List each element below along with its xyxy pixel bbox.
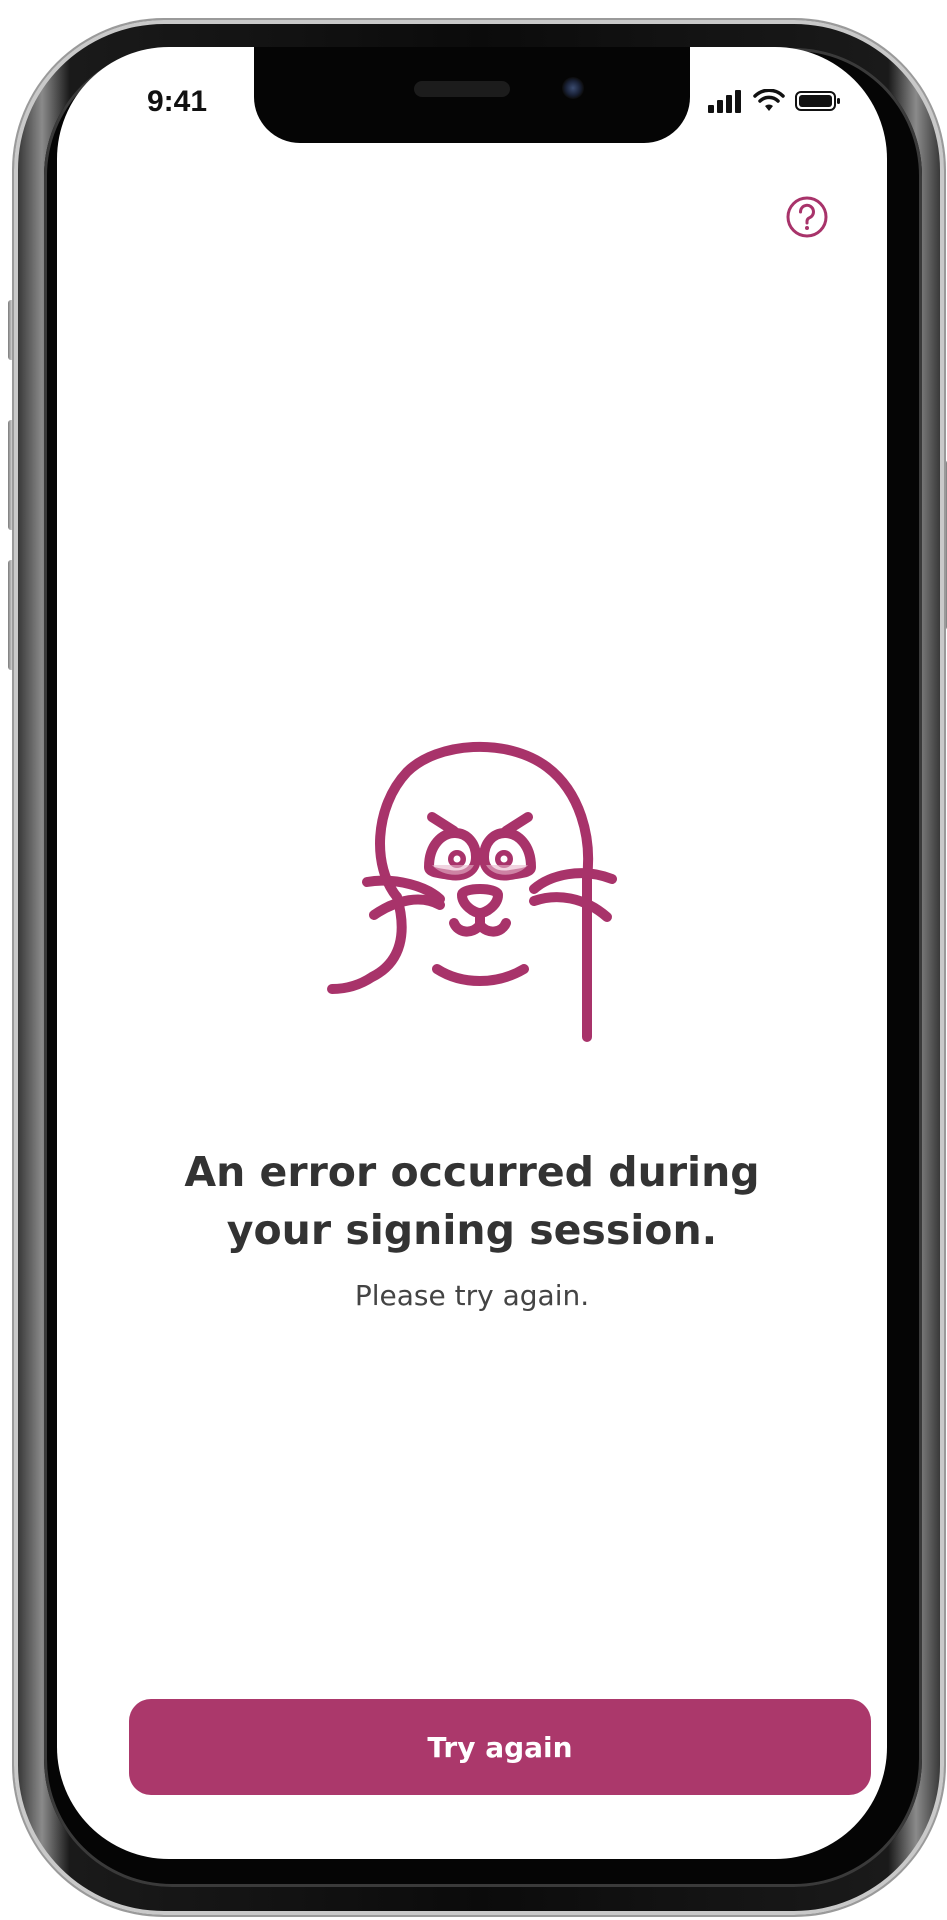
speaker-grille bbox=[414, 81, 510, 97]
cellular-signal-icon bbox=[708, 90, 741, 113]
error-subtitle: Please try again. bbox=[354, 1279, 590, 1312]
sad-seal-icon bbox=[327, 741, 617, 1042]
try-again-label: Try again bbox=[427, 1730, 573, 1764]
device-mockup: 9:41 An error occurred during your signi… bbox=[0, 0, 947, 1920]
try-again-button[interactable]: Try again bbox=[129, 1699, 871, 1795]
app-screen: 9:41 An error occurred during your signi… bbox=[57, 47, 887, 1859]
wifi-icon bbox=[753, 89, 785, 111]
status-icons bbox=[707, 89, 841, 113]
error-title-line-2: your signing session. bbox=[226, 1206, 718, 1254]
question-mark-circle-icon bbox=[786, 196, 828, 238]
front-camera bbox=[562, 77, 584, 99]
error-title-line-1: An error occurred during bbox=[184, 1148, 760, 1196]
status-time: 9:41 bbox=[147, 85, 208, 118]
error-title: An error occurred during your signing se… bbox=[107, 1143, 837, 1259]
notch bbox=[254, 47, 690, 143]
battery-icon bbox=[795, 91, 840, 111]
help-button[interactable] bbox=[785, 195, 829, 239]
